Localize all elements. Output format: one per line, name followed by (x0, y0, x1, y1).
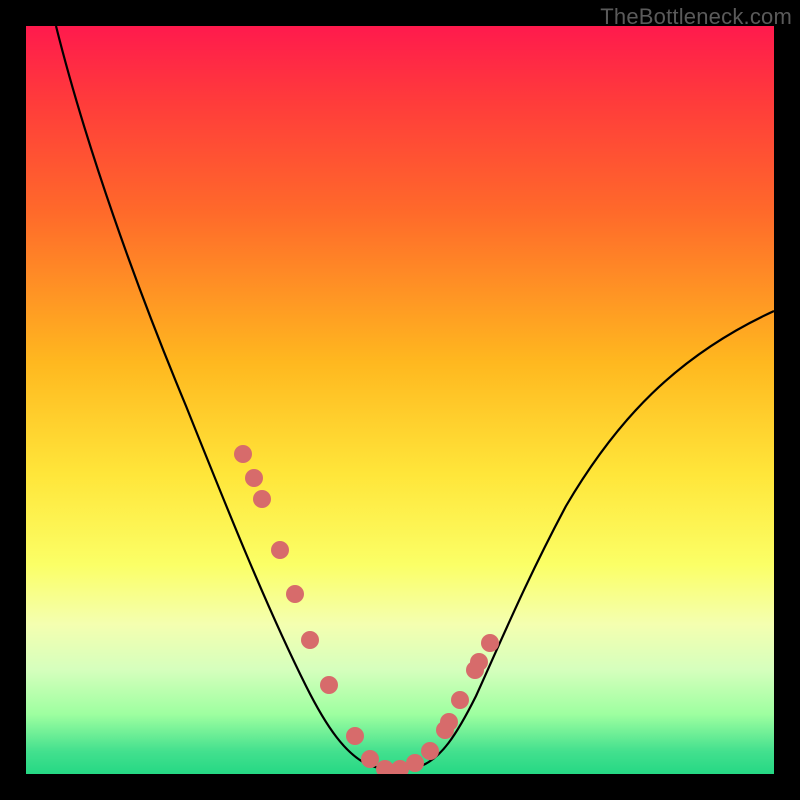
chart-frame: TheBottleneck.com (0, 0, 800, 800)
marker-dot (481, 634, 499, 652)
marker-dot (346, 727, 364, 745)
plot-area (26, 26, 774, 774)
marker-dot (271, 541, 289, 559)
marker-dot (301, 631, 319, 649)
marker-dot (451, 691, 469, 709)
marker-dot (245, 469, 263, 487)
marker-dot (320, 676, 338, 694)
marker-dot (421, 742, 439, 760)
watermark-text: TheBottleneck.com (600, 4, 792, 30)
marker-dot (470, 653, 488, 671)
marker-dot (361, 750, 379, 768)
bottleneck-curve (56, 26, 774, 769)
marker-dot (406, 754, 424, 772)
marker-dot (234, 445, 252, 463)
curve-markers (234, 445, 499, 774)
marker-dot (286, 585, 304, 603)
marker-dot (253, 490, 271, 508)
marker-dot (440, 713, 458, 731)
chart-svg (26, 26, 774, 774)
